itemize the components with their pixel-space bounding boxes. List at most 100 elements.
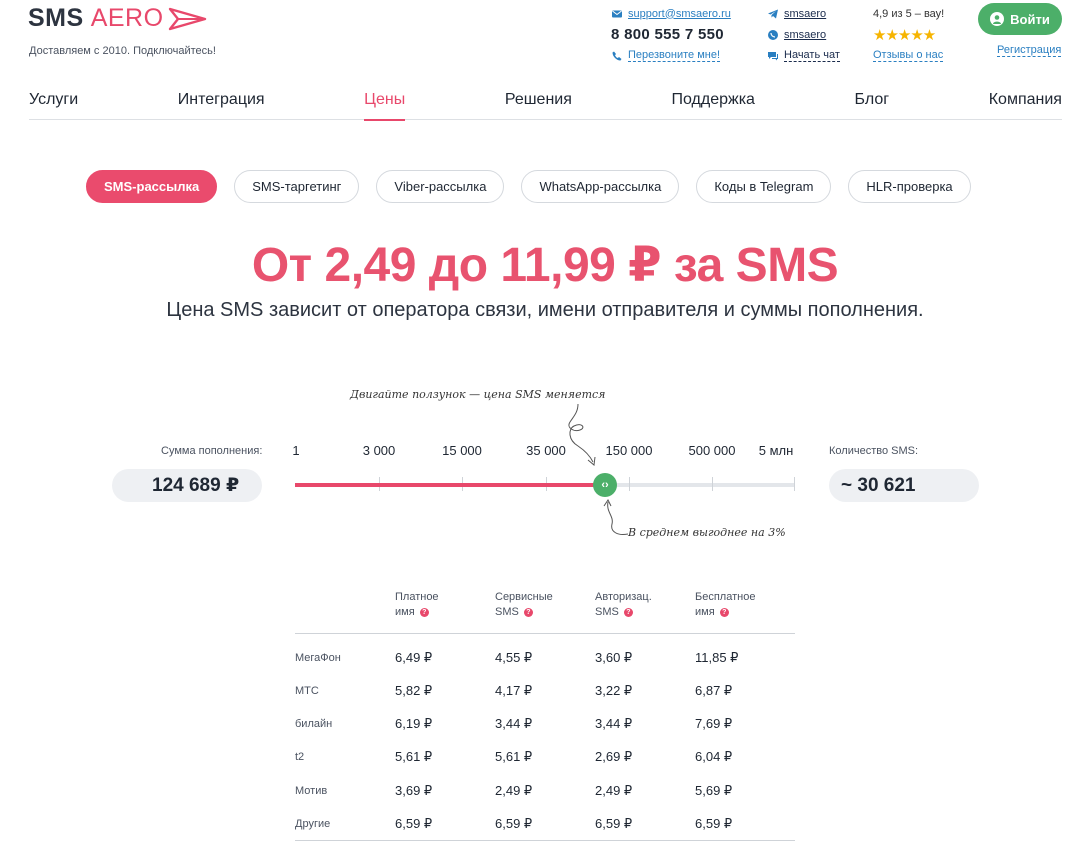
price-cell: 6,04 ₽	[695, 749, 733, 765]
slider-tick-label: 15 000	[442, 443, 482, 458]
tab-telegram-codes[interactable]: Коды в Telegram	[696, 170, 832, 203]
table-header-free-name: Бесплатное имя ?	[695, 590, 795, 634]
price-cell: 6,19 ₽	[395, 716, 433, 732]
price-cell: 5,69 ₽	[695, 782, 733, 798]
nav-item-solutions[interactable]: Решения	[505, 88, 572, 120]
phone-number[interactable]: 8 800 555 7 550	[611, 26, 724, 43]
table-header-row: Платное имя ? Сервисные SMS ? Авторизац. SM…	[295, 590, 795, 634]
header-text: Платное	[395, 591, 439, 603]
operator-cell: Другие	[295, 807, 395, 842]
header-text: SMS	[595, 606, 619, 618]
slider-tick-label: 35 000	[526, 443, 566, 458]
price-cell: 6,87 ₽	[695, 682, 733, 698]
slider-tick-label: 3 000	[362, 443, 396, 458]
price-cell: 2,49 ₽	[495, 782, 533, 798]
price-cell: 3,22 ₽	[595, 682, 633, 698]
register-link[interactable]: Регистрация	[997, 44, 1062, 57]
tab-whatsapp-mailing[interactable]: WhatsApp-рассылка	[521, 170, 680, 203]
logo-text-aero: AERO	[90, 4, 164, 32]
price-cell: 4,17 ₽	[495, 682, 533, 698]
help-icon[interactable]: ?	[623, 608, 633, 617]
logo[interactable]: SMS AERO	[28, 4, 208, 33]
telegram-icon	[768, 9, 778, 18]
telegram-link[interactable]: smsaero	[784, 8, 826, 20]
header-text: имя	[395, 606, 415, 618]
reviews-link[interactable]: Отзывы о нас	[873, 49, 944, 62]
operator-cell: t2	[295, 751, 305, 764]
table-row: Другие 6,59 ₽6,59 ₽6,59 ₽6,59 ₽	[295, 807, 795, 842]
callback-link[interactable]: Перезвоните мне!	[628, 49, 721, 62]
chat-icon	[768, 51, 778, 60]
table-header-service-sms: Сервисные SMS ?	[495, 590, 595, 634]
price-cell: 6,59 ₽	[695, 807, 795, 842]
sms-count-value: ~ 30 621	[829, 469, 979, 502]
login-button[interactable]: Войти	[978, 3, 1062, 35]
nav-item-support[interactable]: Поддержка	[671, 88, 754, 120]
nav-item-services[interactable]: Услуги	[29, 88, 78, 120]
slider-handle[interactable]: ‹›	[593, 473, 617, 497]
contact-column-messengers: smsaero smsaero Начать чат	[767, 3, 840, 66]
tagline: Доставляем с 2010. Подключайтесь!	[29, 45, 216, 57]
help-icon[interactable]: ?	[719, 608, 729, 617]
contact-column-main: support@smsaero.ru 8 800 555 7 550 Перез…	[611, 3, 731, 66]
slider-tick-mark	[794, 477, 795, 491]
slider-tick-label: 5 млн	[758, 443, 794, 458]
rating-text: 4,9 из 5 – вау!	[873, 7, 945, 20]
sms-count-label: Количество SMS:	[829, 445, 919, 457]
nav-item-blog[interactable]: Блог	[855, 88, 890, 120]
price-cell: 2,49 ₽	[595, 782, 633, 798]
tab-sms-mailing[interactable]: SMS-рассылка	[86, 170, 218, 203]
price-cell: 3,44 ₽	[495, 716, 533, 732]
price-subheadline: Цена SMS зависит от оператора связи, име…	[166, 299, 924, 321]
login-button-label: Войти	[1010, 11, 1050, 27]
support-email-link[interactable]: support@smsaero.ru	[628, 8, 731, 20]
table-row: билайн 6,19 ₽ 3,44 ₽ 3,44 ₽ 7,69 ₽	[295, 707, 795, 740]
header-text: Сервисные	[495, 591, 553, 603]
slider-tick-mark	[629, 477, 630, 491]
tab-sms-targeting[interactable]: SMS-таргетинг	[234, 170, 360, 203]
slider-hint-bottom: В среднем выгоднее на 3%	[628, 526, 786, 539]
price-table: Платное имя ? Сервисные SMS ? Авторизац. SM…	[295, 590, 795, 842]
price-cell: 11,85 ₽	[695, 649, 739, 665]
table-header-paid-name: Платное имя ?	[395, 590, 495, 634]
rating-column: 4,9 из 5 – вау! ★★★★★ Отзывы о нас	[873, 3, 944, 66]
price-cell: 6,49 ₽	[395, 649, 433, 665]
tab-hlr-check[interactable]: HLR-проверка	[848, 170, 971, 203]
phone-icon	[612, 51, 622, 60]
start-chat-link[interactable]: Начать чат	[784, 49, 840, 62]
header-text: SMS	[495, 606, 519, 618]
operator-cell: МТС	[295, 684, 319, 697]
table-row: МегаФон 6,49 ₽ 4,55 ₽ 3,60 ₽ 11,85 ₽	[295, 633, 795, 674]
curly-arrow-up-icon	[603, 499, 628, 535]
nav-item-company[interactable]: Компания	[989, 88, 1062, 120]
slider-tick-label: 150 000	[605, 443, 653, 458]
header-text: Авторизац.	[595, 591, 652, 603]
main-nav: Услуги Интеграция Цены Решения Поддержка…	[29, 88, 1062, 121]
curly-arrow-down-icon	[568, 403, 596, 466]
slider-tick-label: 500 000	[688, 443, 736, 458]
operator-cell: МегаФон	[295, 651, 341, 664]
help-icon[interactable]: ?	[419, 608, 429, 617]
price-cell: 2,69 ₽	[595, 749, 633, 765]
price-cell: 6,59 ₽	[495, 807, 595, 842]
logo-text-sms: SMS	[28, 4, 84, 32]
slider-hint-top: Двигайте ползунок — цена SMS меняется	[350, 388, 606, 401]
site-header: SMS AERO Доставляем с 2010. Подключайтес…	[0, 0, 1077, 70]
whatsapp-icon	[768, 29, 778, 40]
help-icon[interactable]: ?	[523, 608, 533, 617]
whatsapp-link[interactable]: smsaero	[784, 29, 826, 41]
amount-input[interactable]: 124 689 ₽	[112, 469, 262, 502]
table-header-operator	[295, 590, 395, 634]
price-cell: 6,59 ₽	[395, 807, 495, 842]
price-cell: 7,69 ₽	[695, 716, 733, 732]
table-row: МТС 5,82 ₽ 4,17 ₽ 3,22 ₽ 6,87 ₽	[295, 674, 795, 707]
tab-viber-mailing[interactable]: Viber-рассылка	[376, 170, 505, 203]
amount-label: Сумма пополнения:	[161, 445, 263, 457]
price-cell: 6,59 ₽	[595, 807, 695, 842]
operator-cell: билайн	[295, 718, 333, 731]
user-icon	[990, 12, 1005, 26]
nav-item-integration[interactable]: Интеграция	[178, 88, 265, 120]
price-headline: От 2,49 до 11,99 ₽ за SMS	[251, 239, 839, 292]
nav-item-prices[interactable]: Цены	[364, 88, 406, 121]
header-text: имя	[695, 606, 715, 618]
